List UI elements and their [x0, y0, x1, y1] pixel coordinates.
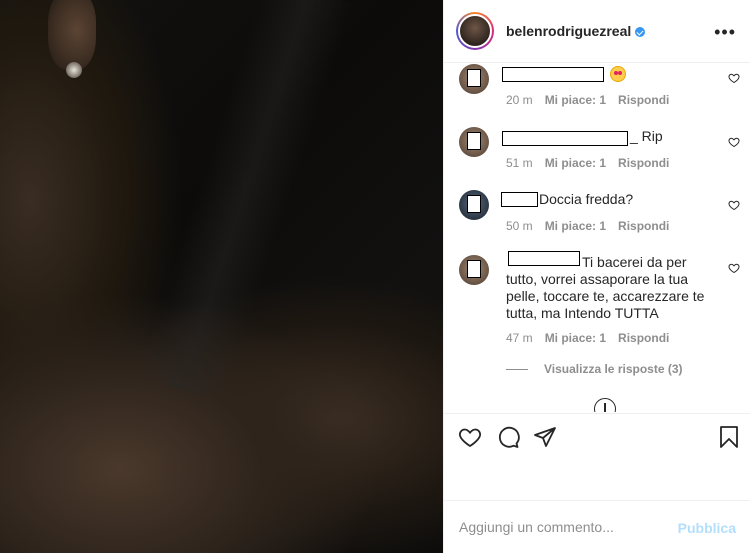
- comments-list[interactable]: 20 m Mi piace: 1 Rispondi _ Rip 51 m Mi …: [444, 64, 750, 412]
- comment-time: 47 m: [506, 331, 533, 345]
- photo-earring: [66, 62, 82, 78]
- author-username[interactable]: belenrodriguezreal: [506, 23, 646, 39]
- commenter-avatar[interactable]: [459, 255, 489, 285]
- author-avatar[interactable]: [456, 12, 494, 50]
- verified-badge-icon: [635, 27, 646, 38]
- author-username-text[interactable]: belenrodriguezreal: [506, 23, 631, 39]
- redacted-username: [501, 192, 538, 207]
- add-comment-bar: Pubblica: [444, 500, 750, 553]
- comment-likes[interactable]: Mi piace: 1: [545, 156, 606, 170]
- comment-likes[interactable]: Mi piace: 1: [545, 331, 606, 345]
- comment-reply-button[interactable]: Rispondi: [618, 93, 669, 107]
- commenter-avatar[interactable]: [459, 190, 489, 220]
- comment-reply-button[interactable]: Rispondi: [618, 219, 669, 233]
- like-comment-heart-icon[interactable]: [728, 199, 740, 211]
- comment-reply-button[interactable]: Rispondi: [618, 331, 669, 345]
- photo-shadow: [137, 0, 353, 404]
- share-send-icon[interactable]: [533, 425, 557, 449]
- like-comment-heart-icon[interactable]: [728, 72, 740, 84]
- redacted-username: [502, 131, 628, 146]
- redacted-username: [502, 67, 604, 82]
- post-side-panel: belenrodriguezreal ••• 20 m Mi piace: 1 …: [443, 0, 750, 553]
- replies-divider: [506, 368, 528, 370]
- comment-text: Ti bacerei da per tutto, vorrei assapora…: [506, 254, 705, 321]
- view-replies-button[interactable]: Visualizza le risposte (3): [506, 362, 683, 376]
- post-header: belenrodriguezreal •••: [444, 0, 750, 63]
- like-heart-icon[interactable]: [458, 425, 482, 449]
- post-comment-button[interactable]: Pubblica: [678, 520, 736, 536]
- photo-ear: [48, 0, 96, 70]
- comment-meta: 51 m Mi piace: 1 Rispondi: [506, 156, 669, 170]
- comment-bubble-icon[interactable]: [496, 425, 520, 449]
- comment-meta: 20 m Mi piace: 1 Rispondi: [506, 93, 669, 107]
- commenter-avatar[interactable]: [459, 64, 489, 94]
- like-comment-heart-icon[interactable]: [728, 136, 740, 148]
- like-comment-heart-icon[interactable]: [728, 262, 740, 274]
- view-replies-label[interactable]: Visualizza le risposte (3): [544, 362, 683, 376]
- comment-meta: 47 m Mi piace: 1 Rispondi: [506, 331, 669, 345]
- post-actions-bar: [444, 413, 750, 460]
- add-comment-input[interactable]: [459, 519, 669, 535]
- post-photo[interactable]: [0, 0, 443, 553]
- comment-text: _ Rip: [630, 128, 663, 144]
- comment-time: 50 m: [506, 219, 533, 233]
- comment-likes[interactable]: Mi piace: 1: [545, 93, 606, 107]
- save-bookmark-icon[interactable]: [717, 425, 741, 449]
- more-options-icon[interactable]: •••: [714, 23, 736, 41]
- comment-time: 20 m: [506, 93, 533, 107]
- comment-text: Doccia fredda?: [539, 191, 634, 207]
- load-more-comments-icon[interactable]: [594, 398, 616, 412]
- comment-time: 51 m: [506, 156, 533, 170]
- comment-likes[interactable]: Mi piace: 1: [545, 219, 606, 233]
- commenter-avatar[interactable]: [459, 127, 489, 157]
- comment-reply-button[interactable]: Rispondi: [618, 156, 669, 170]
- heart-eyes-emoji-icon: [610, 66, 626, 82]
- comment-meta: 50 m Mi piace: 1 Rispondi: [506, 219, 669, 233]
